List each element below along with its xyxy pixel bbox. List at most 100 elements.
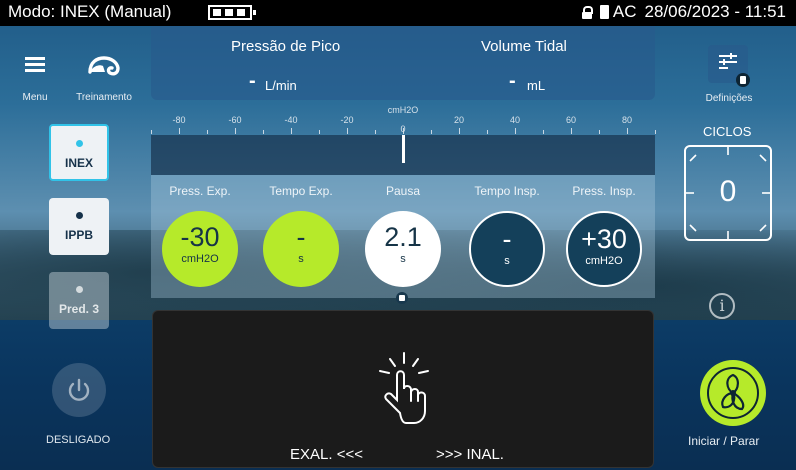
hamburger-icon [25,57,45,72]
param-value: - [502,224,512,254]
touch-pad[interactable]: EXAL. <<< >>> INAL. [152,310,654,468]
settings-lock-icon [736,73,750,87]
params-lock-icon [396,292,408,304]
param-dial[interactable]: -s [469,211,545,287]
gauge-tick [347,128,348,134]
status-dot [75,286,83,293]
lock-icon [581,5,593,19]
param-value: +30 [581,224,627,254]
exhale-label: EXAL. <<< [290,446,363,463]
param-label: Press. Insp. [572,184,636,198]
peak-pressure-unit: L/min [265,78,297,93]
gauge-tick [291,128,292,134]
param-label: Tempo Exp. [269,184,333,198]
plug-icon [599,5,609,19]
cycles-count: 0 [719,175,737,208]
tidal-volume-title: Volume Tidal [481,38,567,55]
status-dot [75,140,83,147]
param-dial[interactable]: -30 cmH2O [162,211,238,287]
mode-label: IPPB [64,228,93,242]
mode-label: Pred. 3 [58,302,100,316]
training-label: Treinamento [76,92,132,103]
chameleon-icon [88,56,120,76]
gauge-tick [655,130,656,134]
gauge-tick [431,130,432,134]
status-bar: Modo: INEX (Manual) AC 28/06/2023 - 11:5… [0,0,796,26]
gauge-tick [543,130,544,134]
param-unit: s [298,253,304,265]
peak-pressure-title: Pressão de Pico [231,38,341,55]
gauge-tick [627,128,628,134]
settings-label: Definições [705,93,753,104]
param-unit: cmH2O [181,253,219,265]
param-unit: s [504,255,510,267]
settings-icon-box [708,45,750,87]
param-label: Pausa [385,184,421,198]
menu-button[interactable]: Menu [12,50,58,106]
gauge-unit: cmH2O [387,105,419,115]
readout-panel: Pressão de Pico Volume Tidal - L/min - m… [151,26,655,100]
mode-title: Modo: INEX (Manual) [8,2,172,21]
start-stop-button[interactable] [693,358,773,428]
peak-pressure-value: - [249,70,256,92]
gauge-tick-label: -20 [340,115,354,125]
gauge-tick-label: 60 [565,115,577,125]
mode-button-ippb[interactable]: IPPB [49,198,109,255]
datetime: 28/06/2023 - 11:51 [644,2,786,21]
gauge-needle [402,135,405,163]
gauge-tick-label: 20 [453,115,465,125]
parameters-panel: Press. Exp. -30 cmH2O Tempo Exp. - s Pausa 2.1 s… [151,175,655,298]
info-icon[interactable]: i [709,293,735,319]
gauge-tick [487,130,488,134]
gauge-tick-label: 0 [400,124,406,134]
gauge-tick [235,128,236,134]
param-dial[interactable]: 2.1 s [365,211,441,287]
power-state-label: DESLIGADO [46,434,111,446]
power-icon [68,378,90,401]
gauge-tick-label: 40 [509,115,521,125]
param-value: -30 [180,222,220,252]
tidal-volume-unit: mL [527,78,546,93]
gauge-tick [375,130,376,134]
power-button[interactable] [52,363,106,417]
gauge-tick-label: -80 [172,115,186,125]
battery-icon [208,5,256,20]
mode-button-pred-3[interactable]: Pred. 3 [49,272,109,329]
status-dot [75,212,83,219]
gauge-tick [515,128,516,134]
gauge-tick [263,130,264,134]
gauge-tick [207,130,208,134]
param-dial[interactable]: -s [263,211,339,287]
gauge-tick [179,128,180,134]
start-stop-label: Iniciar / Parar [688,434,760,448]
gauge-tick [571,128,572,134]
fan-icon [700,360,766,426]
mode-label: INEX [64,156,93,170]
tidal-volume-value: - [509,70,516,92]
sliders-icon [719,53,737,69]
inhale-label: >>> INAL. [436,446,504,463]
gauge-tick [151,130,152,134]
param-label: Tempo Insp. [474,184,540,198]
gauge-tick-label: 80 [621,115,633,125]
gauge-tick [459,128,460,134]
param-unit: cmH2O [585,255,623,267]
param-value: 2.1 [384,222,422,252]
gauge-tick-label: -60 [228,115,242,125]
param-unit: s [400,253,406,265]
menu-label: Menu [22,92,48,103]
cycles-counter: 0 [684,145,772,241]
training-button[interactable]: Treinamento [62,50,146,106]
mode-button-inex[interactable]: INEX [49,124,109,181]
pressure-gauge: cmH2O -80 -60 -40 -20 0 20 40 60 80 [151,105,656,175]
gauge-tick [599,130,600,134]
power-source: AC [612,2,637,21]
tap-hand-icon [379,352,429,424]
settings-button[interactable]: Definições [693,45,765,105]
param-label: Press. Exp. [169,184,231,198]
param-value: - [296,222,306,252]
gauge-tick-label: -40 [284,115,298,125]
param-dial[interactable]: +30 cmH2O [566,211,642,287]
gauge-tick [319,130,320,134]
cycles-label: CICLOS [703,124,752,139]
